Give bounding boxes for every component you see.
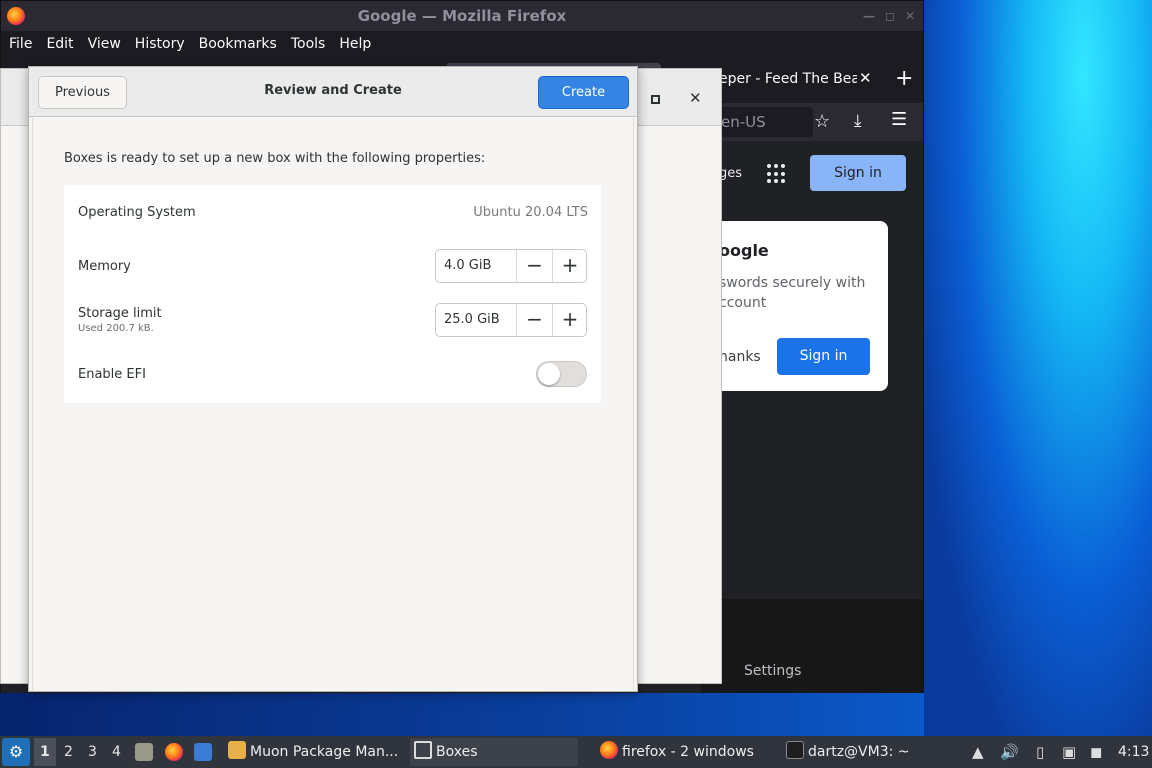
dialog-header: Review and Create Previous Create <box>29 67 637 117</box>
close-icon[interactable]: ✕ <box>689 89 702 107</box>
taskbar-muon-label: Muon Package Man... <box>250 744 399 760</box>
menu-view[interactable]: View <box>88 36 121 52</box>
tray-updates-icon[interactable]: ▲ <box>972 743 984 761</box>
menu-edit[interactable]: Edit <box>46 36 73 52</box>
menu-bookmarks[interactable]: Bookmarks <box>199 36 277 52</box>
google-signin-card: oogle swords securely with ccount hanks … <box>701 221 888 391</box>
desktop-wallpaper <box>924 0 1152 736</box>
review-create-dialog: Review and Create Previous Create Boxes … <box>28 66 638 692</box>
workspace-4[interactable]: 4 <box>112 744 121 760</box>
volume-icon[interactable]: 🔊 <box>1000 743 1019 761</box>
properties-list: Operating System Ubuntu 20.04 LTS Memory… <box>64 185 601 403</box>
google-sign-in-button[interactable]: Sign in <box>810 155 906 191</box>
workspace-2[interactable]: 2 <box>64 744 73 760</box>
firefox-titlebar: Google — Mozilla Firefox — ◻ ✕ <box>1 1 923 31</box>
download-icon[interactable]: ⤓ <box>854 111 862 131</box>
card-sign-in-button[interactable]: Sign in <box>777 338 870 375</box>
desktop-wallpaper-lower <box>0 692 924 736</box>
card-text: swords securely with ccount <box>719 275 866 311</box>
google-footer <box>701 599 923 693</box>
storage-decrease-icon[interactable]: − <box>516 304 552 336</box>
taskbar: ⚙ 1 2 3 4 Muon Package Man... Boxes fire… <box>0 736 1152 768</box>
bookmark-star-icon[interactable]: ☆ <box>814 111 830 132</box>
taskbar-item-boxes[interactable]: Boxes <box>414 736 478 768</box>
google-apps-icon[interactable] <box>767 164 787 184</box>
card-title: oogle <box>719 241 769 260</box>
tab-close-icon[interactable]: ✕ <box>859 69 872 87</box>
memory-decrease-icon[interactable]: − <box>516 250 552 282</box>
network-icon[interactable]: ▣ <box>1062 743 1076 761</box>
create-button[interactable]: Create <box>538 76 629 109</box>
clock[interactable]: 4:13 <box>1118 744 1149 760</box>
new-tab-icon[interactable]: + <box>895 66 913 91</box>
google-images-link[interactable]: ges <box>719 166 742 181</box>
memory-increase-icon[interactable]: + <box>552 250 587 282</box>
storage-increase-icon[interactable]: + <box>552 304 587 336</box>
memory-value[interactable]: 4.0 GiB <box>444 250 491 282</box>
firefox-window-title: Google — Mozilla Firefox <box>357 7 567 25</box>
menu-history[interactable]: History <box>135 36 185 52</box>
storage-value[interactable]: 25.0 GiB <box>444 304 500 336</box>
workspace-1[interactable]: 1 <box>40 744 50 760</box>
taskbar-boxes-label: Boxes <box>436 744 478 760</box>
clipboard-icon[interactable]: ▯ <box>1036 743 1044 761</box>
efi-toggle[interactable] <box>536 361 587 387</box>
taskbar-item-muon[interactable]: Muon Package Man... <box>228 736 398 768</box>
maximize-icon[interactable]: ◻ <box>885 1 895 31</box>
previous-button[interactable]: Previous <box>38 76 127 109</box>
url-bar[interactable]: en-US <box>719 107 813 137</box>
minimize-icon[interactable]: — <box>863 1 875 31</box>
workspace-3[interactable]: 3 <box>88 744 97 760</box>
boxes-icon <box>414 741 432 759</box>
file-manager-icon[interactable] <box>135 743 153 761</box>
memory-spinner: 4.0 GiB − + <box>435 249 587 283</box>
dialog-intro-text: Boxes is ready to set up a new box with … <box>64 151 486 166</box>
firefox-logo-icon <box>7 7 25 25</box>
notifications-icon[interactable]: ◼ <box>1090 743 1102 761</box>
storage-spinner: 25.0 GiB − + <box>435 303 587 337</box>
storage-used-text: Used 200.7 kB. <box>78 323 154 334</box>
firefox-menubar: File Edit View History Bookmarks Tools H… <box>1 31 923 57</box>
taskbar-item-firefox[interactable]: firefox - 2 windows <box>600 736 754 768</box>
menu-tools[interactable]: Tools <box>291 36 326 52</box>
efi-label: Enable EFI <box>78 367 146 382</box>
toggle-knob <box>538 363 560 385</box>
firefox-icon <box>600 741 618 759</box>
taskbar-item-terminal[interactable]: dartz@VM3: ~ <box>786 736 910 768</box>
muon-icon <box>228 741 246 759</box>
taskbar-terminal-label: dartz@VM3: ~ <box>808 744 910 760</box>
os-label: Operating System <box>78 205 196 220</box>
hamburger-menu-icon[interactable]: ☰ <box>891 109 907 130</box>
no-thanks-button[interactable]: hanks <box>719 349 761 365</box>
memory-label: Memory <box>78 259 131 274</box>
os-value: Ubuntu 20.04 LTS <box>473 205 588 220</box>
terminal-icon <box>786 741 804 759</box>
tab-feed-the-beast[interactable]: eper - Feed The Beas <box>719 71 857 87</box>
desktop-icon[interactable] <box>194 743 212 761</box>
window-close-icon[interactable]: ✕ <box>905 1 915 31</box>
menu-help[interactable]: Help <box>339 36 371 52</box>
taskbar-firefox-label: firefox - 2 windows <box>622 744 754 760</box>
storage-label: Storage limit <box>78 306 162 321</box>
start-menu-icon[interactable]: ⚙ <box>2 738 30 766</box>
google-settings-link[interactable]: Settings <box>744 663 801 679</box>
menu-file[interactable]: File <box>9 36 32 52</box>
firefox-launcher-icon[interactable] <box>165 743 183 761</box>
boxes-side-panel <box>1 127 31 682</box>
maximize-icon[interactable] <box>651 95 660 104</box>
